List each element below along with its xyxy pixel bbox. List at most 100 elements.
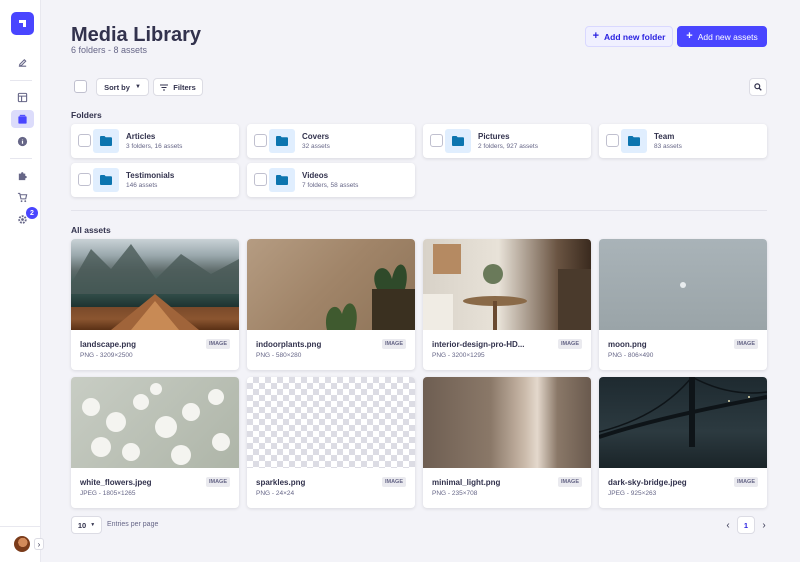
sort-by-button[interactable]: Sort by ▼ bbox=[96, 78, 149, 96]
app-logo[interactable] bbox=[11, 12, 34, 35]
asset-meta: PNG - 24×24 bbox=[256, 490, 295, 497]
folder-card[interactable]: Videos 7 folders, 58 assets bbox=[247, 163, 415, 197]
filters-label: Filters bbox=[173, 82, 196, 92]
asset-type-badge: IMAGE bbox=[733, 339, 758, 349]
folder-name: Videos bbox=[302, 171, 329, 180]
page-button-current[interactable]: 1 bbox=[737, 516, 755, 534]
asset-meta: PNG - 3200×1295 bbox=[432, 352, 485, 359]
sidebar: 2 › bbox=[0, 0, 44, 562]
previous-page-button[interactable]: ‹ bbox=[722, 517, 734, 533]
asset-card[interactable]: minimal_light.png PNG - 235×708 IMAGE bbox=[423, 377, 591, 508]
search-icon bbox=[754, 83, 762, 91]
page-subtitle: 6 folders - 8 assets bbox=[71, 45, 148, 55]
folder-card[interactable]: Articles 3 folders, 16 assets bbox=[71, 124, 239, 158]
folder-checkbox[interactable] bbox=[254, 134, 267, 147]
folder-icon bbox=[445, 129, 471, 153]
add-new-assets-button[interactable]: + Add new assets bbox=[677, 26, 767, 47]
next-page-button[interactable]: › bbox=[758, 517, 770, 533]
info-icon[interactable] bbox=[12, 132, 32, 150]
folder-meta: 7 folders, 58 assets bbox=[302, 182, 359, 189]
asset-card[interactable]: sparkles.png PNG - 24×24 IMAGE bbox=[247, 377, 415, 508]
asset-thumbnail bbox=[71, 239, 239, 330]
per-page-value: 10 bbox=[77, 520, 87, 530]
folder-icon bbox=[621, 129, 647, 153]
folder-icon bbox=[93, 168, 119, 192]
asset-type-badge: IMAGE bbox=[205, 477, 230, 487]
asset-thumbnail bbox=[423, 239, 591, 330]
add-new-folder-button[interactable]: + Add new folder bbox=[585, 26, 673, 47]
asset-meta: JPEG - 925×263 bbox=[608, 490, 657, 497]
folder-checkbox[interactable] bbox=[430, 134, 443, 147]
puzzle-icon[interactable] bbox=[12, 166, 32, 184]
asset-type-badge: IMAGE bbox=[557, 339, 582, 349]
folder-name: Testimonials bbox=[126, 171, 175, 180]
chevron-down-icon: ▼ bbox=[90, 522, 96, 528]
folder-name: Team bbox=[654, 132, 675, 141]
folder-checkbox[interactable] bbox=[78, 134, 91, 147]
avatar[interactable] bbox=[14, 536, 30, 552]
folder-card[interactable]: Covers 32 assets bbox=[247, 124, 415, 158]
folder-card[interactable]: Team 83 assets bbox=[599, 124, 767, 158]
asset-card[interactable]: landscape.png PNG - 3209×2500 IMAGE bbox=[71, 239, 239, 370]
asset-card[interactable]: dark-sky-bridge.jpeg JPEG - 925×263 IMAG… bbox=[599, 377, 767, 508]
entries-per-page-select[interactable]: 10 ▼ bbox=[71, 516, 102, 534]
asset-meta: PNG - 580×280 bbox=[256, 352, 302, 359]
select-all-checkbox[interactable] bbox=[74, 80, 87, 93]
asset-name: dark-sky-bridge.jpeg bbox=[608, 478, 687, 487]
asset-thumbnail bbox=[71, 377, 239, 468]
collapse-sidebar-button[interactable]: › bbox=[34, 538, 44, 550]
folder-meta: 32 assets bbox=[302, 143, 330, 150]
add-new-assets-label: Add new assets bbox=[697, 31, 758, 42]
search-button[interactable] bbox=[749, 78, 767, 96]
all-assets-heading: All assets bbox=[71, 225, 111, 235]
plus-icon: + bbox=[686, 30, 693, 42]
notification-badge: 2 bbox=[26, 207, 38, 219]
folder-meta: 146 assets bbox=[126, 182, 158, 189]
plus-icon: + bbox=[592, 30, 600, 42]
folder-card[interactable]: Pictures 2 folders, 927 assets bbox=[423, 124, 591, 158]
asset-type-badge: IMAGE bbox=[205, 339, 230, 349]
asset-name: indoorplants.png bbox=[256, 340, 322, 349]
asset-name: minimal_light.png bbox=[432, 478, 501, 487]
folder-meta: 83 assets bbox=[654, 143, 682, 150]
folder-name: Pictures bbox=[478, 132, 510, 141]
layout-icon[interactable] bbox=[12, 88, 32, 106]
sidebar-divider bbox=[0, 526, 41, 527]
asset-meta: JPEG - 1805×1265 bbox=[80, 490, 136, 497]
asset-card[interactable]: moon.png PNG - 806×490 IMAGE bbox=[599, 239, 767, 370]
asset-meta: PNG - 235×708 bbox=[432, 490, 478, 497]
filters-button[interactable]: Filters bbox=[153, 78, 203, 96]
asset-thumbnail bbox=[423, 377, 591, 468]
folder-icon bbox=[93, 129, 119, 153]
sidebar-divider bbox=[10, 80, 32, 81]
folder-checkbox[interactable] bbox=[254, 173, 267, 186]
asset-card[interactable]: white_flowers.jpeg JPEG - 1805×1265 IMAG… bbox=[71, 377, 239, 508]
content-manager-icon[interactable] bbox=[12, 53, 32, 71]
sidebar-divider bbox=[10, 158, 32, 159]
media-library-icon[interactable] bbox=[11, 110, 34, 128]
folder-checkbox[interactable] bbox=[78, 173, 91, 186]
asset-thumbnail bbox=[247, 239, 415, 330]
folder-checkbox[interactable] bbox=[606, 134, 619, 147]
asset-card[interactable]: indoorplants.png PNG - 580×280 IMAGE bbox=[247, 239, 415, 370]
asset-name: white_flowers.jpeg bbox=[80, 478, 152, 487]
asset-name: interior-design-pro-HD... bbox=[432, 340, 525, 349]
asset-thumbnail bbox=[599, 239, 767, 330]
asset-name: moon.png bbox=[608, 340, 647, 349]
folder-meta: 2 folders, 927 assets bbox=[478, 143, 538, 150]
add-new-folder-label: Add new folder bbox=[604, 31, 666, 42]
cart-icon[interactable] bbox=[12, 188, 32, 206]
asset-name: landscape.png bbox=[80, 340, 137, 349]
asset-name: sparkles.png bbox=[256, 478, 306, 487]
folder-card[interactable]: Testimonials 146 assets bbox=[71, 163, 239, 197]
folder-meta: 3 folders, 16 assets bbox=[126, 143, 183, 150]
asset-meta: PNG - 3209×2500 bbox=[80, 352, 133, 359]
chevron-down-icon: ▼ bbox=[134, 84, 141, 90]
per-page-label: Entries per page bbox=[107, 521, 159, 528]
asset-thumbnail bbox=[599, 377, 767, 468]
page-title: Media Library bbox=[71, 24, 202, 46]
section-divider bbox=[71, 210, 767, 211]
filter-icon bbox=[160, 83, 169, 91]
asset-card[interactable]: interior-design-pro-HD... PNG - 3200×129… bbox=[423, 239, 591, 370]
folders-heading: Folders bbox=[71, 110, 102, 120]
